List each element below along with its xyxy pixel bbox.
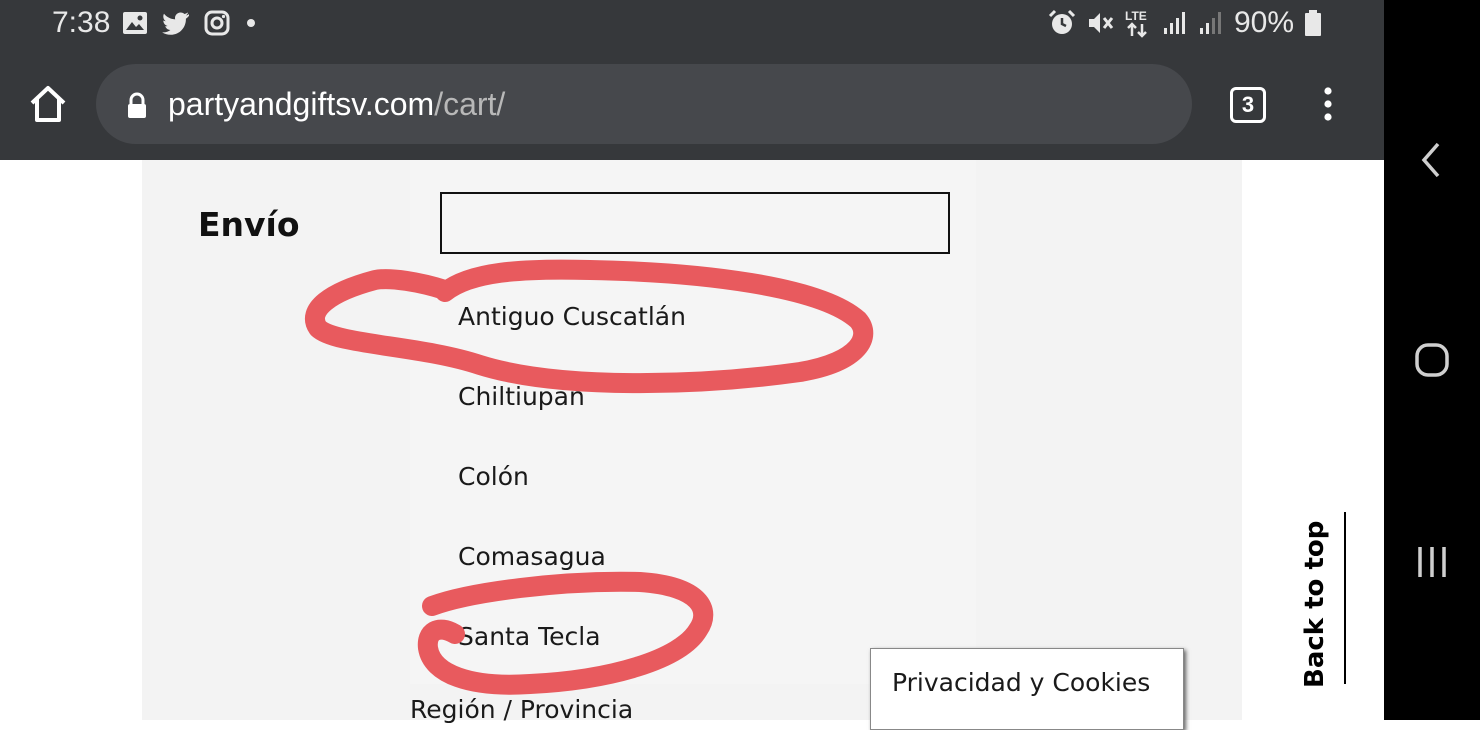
signal-icon-2 (1199, 12, 1221, 34)
back-nav-icon[interactable] (1418, 140, 1444, 180)
shipping-label: Envío (198, 205, 300, 244)
dropdown-option[interactable]: Colón (458, 462, 529, 491)
browser-toolbar: partyandgiftsv.com/cart/ 3 (0, 50, 1384, 160)
privacy-cookies-label[interactable]: Privacidad y Cookies (892, 668, 1150, 697)
status-icons-left (122, 10, 258, 36)
back-to-top-label[interactable]: Back to top (1300, 521, 1330, 688)
status-time: 7:38 (52, 6, 111, 39)
dropdown-option[interactable]: Santa Tecla (458, 622, 601, 651)
home-icon[interactable] (28, 84, 68, 124)
back-to-top-line (1344, 512, 1346, 684)
lte-icon: LTE (1125, 9, 1147, 38)
gallery-icon (123, 12, 147, 34)
home-nav-icon[interactable] (1414, 342, 1450, 378)
dropdown-option[interactable]: Antiguo Cuscatlán (458, 302, 686, 331)
url-domain: partyandgiftsv.com (168, 86, 435, 122)
mute-icon (1088, 13, 1114, 33)
status-icons-right: LTE 90% (1048, 6, 1322, 40)
svg-text:LTE: LTE (1125, 9, 1147, 23)
dropdown-option[interactable]: Chiltiupán (458, 382, 585, 411)
url-text[interactable]: partyandgiftsv.com/cart/ (168, 86, 505, 123)
android-nav-bar (1384, 0, 1480, 720)
dot-icon (247, 19, 255, 27)
battery-level: 90% (1233, 6, 1294, 39)
more-options-icon[interactable] (1318, 86, 1338, 122)
url-path: /cart/ (434, 86, 506, 122)
twitter-icon (162, 12, 189, 35)
status-bar: 7:38 LTE 90% (0, 0, 1384, 50)
city-search-input[interactable] (440, 192, 950, 254)
instagram-icon (204, 10, 230, 36)
tab-switcher-button[interactable]: 3 (1230, 87, 1266, 123)
recents-nav-icon[interactable] (1414, 544, 1450, 580)
battery-icon (1305, 10, 1321, 36)
alarm-icon (1048, 9, 1076, 34)
signal-icon (1163, 12, 1185, 34)
lock-icon (128, 92, 146, 118)
dropdown-option[interactable]: Comasagua (458, 542, 606, 571)
